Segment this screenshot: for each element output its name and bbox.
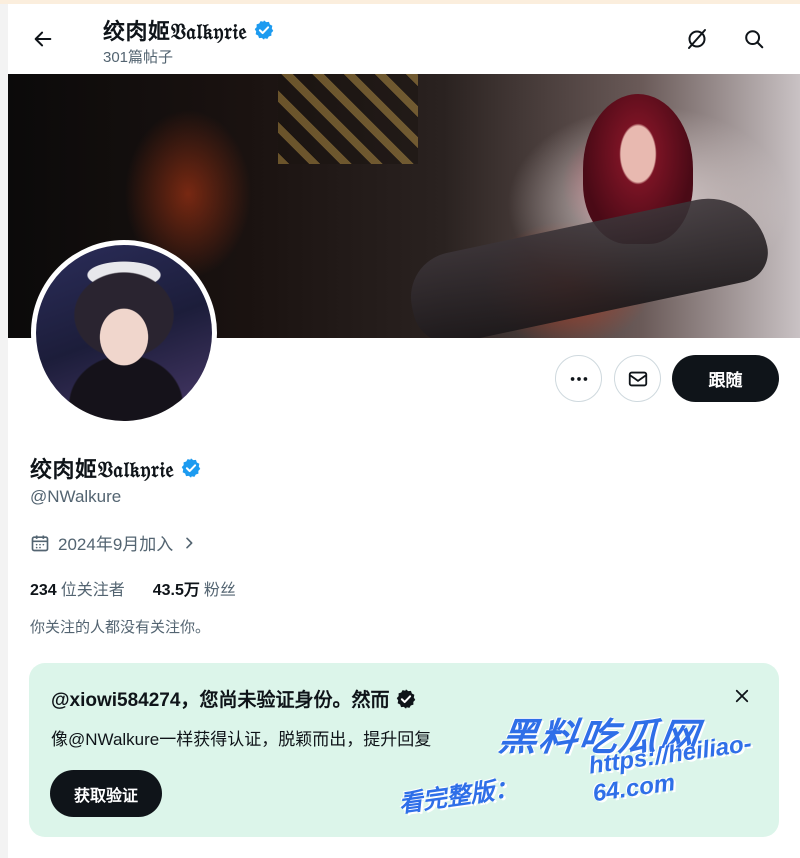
header-post-count: 301篇帖子 <box>103 49 174 66</box>
following-stat[interactable]: 234 位关注者 <box>30 576 125 600</box>
arrow-left-icon <box>34 31 52 47</box>
header-display-name: 绞肉姬𝔙𝔞𝔩𝔨𝔶𝔯𝔦𝔢 <box>103 19 248 44</box>
window-frame-left <box>0 4 8 858</box>
grok-button[interactable] <box>680 22 714 56</box>
grok-icon <box>688 29 706 49</box>
profile-display-name-row: 绞肉姬𝔙𝔞𝔩𝔨𝔶𝔯𝔦𝔢 <box>30 452 202 484</box>
verified-badge-icon <box>255 20 274 40</box>
back-button[interactable] <box>26 22 60 56</box>
search-icon <box>745 30 764 49</box>
search-button[interactable] <box>737 22 771 56</box>
followers-you-know-notice: 你关注的人都没有关注你。 <box>30 619 211 636</box>
message-button[interactable] <box>614 355 661 402</box>
more-button[interactable] <box>555 355 602 402</box>
avatar-image <box>36 245 212 421</box>
card-close-button[interactable] <box>727 681 757 711</box>
profile-display-name: 绞肉姬𝔙𝔞𝔩𝔨𝔶𝔯𝔦𝔢 <box>30 457 175 482</box>
follow-button[interactable]: 跟随 <box>672 355 779 402</box>
envelope-icon <box>628 371 647 386</box>
more-icon <box>570 376 587 381</box>
card-title: @xiowi584274，您尚未验证身份。然而 <box>51 690 390 711</box>
card-title-row: @xiowi584274，您尚未验证身份。然而 <box>51 685 417 712</box>
avatar[interactable] <box>31 240 217 426</box>
follow-stats: 234 位关注者 43.5万 粉丝 <box>30 576 236 600</box>
get-verified-button[interactable]: 获取验证 <box>50 770 163 817</box>
chevron-right-icon <box>186 537 193 548</box>
followers-stat[interactable]: 43.5万 粉丝 <box>153 576 236 600</box>
verified-badge-icon <box>397 688 416 709</box>
profile-header: 绞肉姬𝔙𝔞𝔩𝔨𝔶𝔯𝔦𝔢 301篇帖子 <box>8 4 800 74</box>
followers-count: 43.5万 <box>152 582 200 599</box>
joined-date-text: 2024年9月加入 <box>58 535 174 554</box>
close-icon <box>735 689 749 703</box>
following-count: 234 <box>30 582 57 599</box>
banner-wallpaper-pattern <box>278 74 418 164</box>
profile-handle: @NWalkure <box>30 487 122 506</box>
header-title: 绞肉姬𝔙𝔞𝔩𝔨𝔶𝔯𝔦𝔢 <box>103 14 275 46</box>
verified-badge-icon[interactable] <box>180 457 202 479</box>
card-body-text: 像@NWalkure一样获得认证，脱颖而出，提升回复 <box>51 730 432 749</box>
calendar-icon <box>31 535 49 551</box>
following-label: 位关注者 <box>60 582 125 599</box>
joined-date[interactable]: 2024年9月加入 <box>30 530 197 555</box>
followers-label: 粉丝 <box>203 582 236 599</box>
